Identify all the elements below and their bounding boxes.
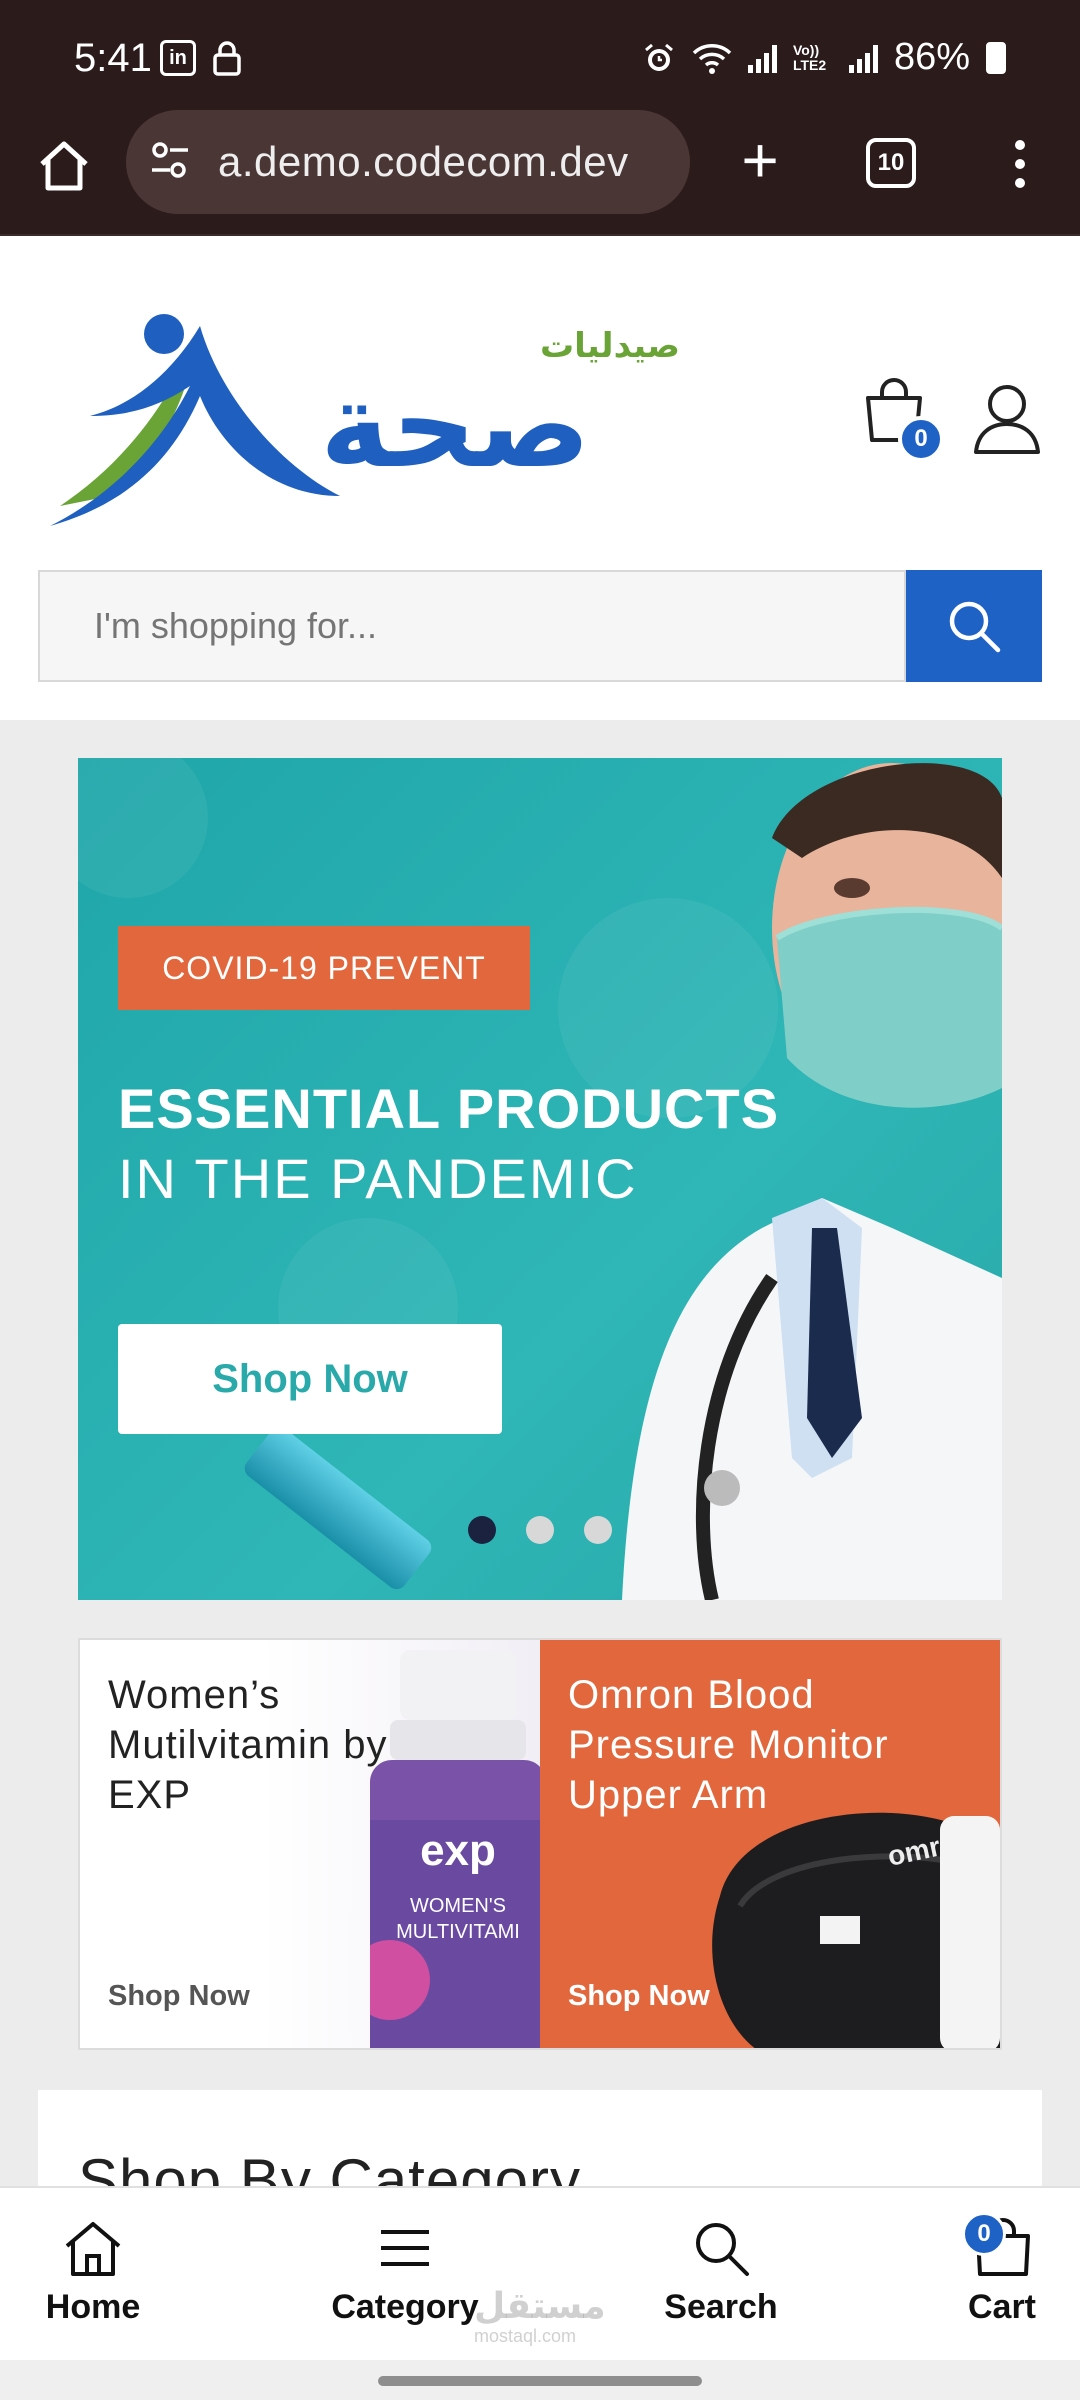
- wifi-icon: [692, 43, 732, 74]
- vitamin-bottle-image: exp WOMEN'S MULTIVITAMI: [370, 1650, 540, 2048]
- url-text[interactable]: a.demo.codecom.dev: [218, 138, 629, 186]
- hero-subtitle: IN THE PANDEMIC: [118, 1147, 638, 1210]
- bottle-brand: exp: [420, 1826, 496, 1875]
- home-icon[interactable]: [36, 138, 92, 194]
- gesture-handle[interactable]: [378, 2376, 702, 2386]
- promo-cards: Women’s Mutilvitamin by EXP exp WOMEN'S …: [78, 1638, 1002, 2050]
- user-account-icon[interactable]: [972, 382, 1042, 456]
- site-logo[interactable]: صيدليات صحة: [50, 296, 700, 526]
- lock-icon: [213, 41, 241, 76]
- battery-percent: 86%: [893, 36, 970, 78]
- watermark-arabic: مستقل: [474, 2286, 606, 2327]
- nav-category-label: Category: [331, 2288, 479, 2326]
- nav-cart[interactable]: 0 Cart: [954, 2212, 1050, 2348]
- promo-shop-now-link[interactable]: Shop Now: [108, 1980, 250, 2013]
- status-time: 5:41: [74, 36, 152, 80]
- tube-decoration: [240, 1422, 436, 1594]
- alarm-icon: [644, 43, 673, 71]
- watermark-latin: mostaql.com: [474, 2326, 577, 2346]
- promo-shop-now-link[interactable]: Shop Now: [568, 1980, 710, 2013]
- site-settings-icon[interactable]: [148, 138, 192, 182]
- tab-switcher-button[interactable]: 10: [866, 138, 916, 188]
- carousel-indicators: [468, 1516, 612, 1544]
- signal-icon-2: [848, 43, 878, 73]
- promo-card-omron[interactable]: Omron Blood Pressure Monitor Upper Arm o…: [540, 1640, 1000, 2048]
- nav-home[interactable]: Home: [38, 2218, 148, 2348]
- promo-title: Women’s Mutilvitamin by EXP: [108, 1673, 388, 1817]
- battery-icon: [986, 41, 1006, 74]
- browser-toolbar: a.demo.codecom.dev + 10: [0, 110, 1080, 236]
- search-icon: [949, 601, 1001, 653]
- menu-icon: [381, 2230, 429, 2266]
- hero-shop-now-button[interactable]: Shop Now: [118, 1324, 502, 1434]
- logo-title: صحة: [320, 356, 591, 494]
- nav-cart-icon-wrap: 0: [962, 2212, 1034, 2278]
- nav-home-label: Home: [45, 2288, 141, 2326]
- search-button[interactable]: [906, 570, 1042, 682]
- blood-pressure-monitor-image: omron: [712, 1812, 1000, 2048]
- network-label: Vo)) LTE2: [792, 41, 827, 73]
- promo-card-multivitamin[interactable]: Women’s Mutilvitamin by EXP exp WOMEN'S …: [80, 1640, 540, 2048]
- virus-decoration: [78, 758, 208, 898]
- carousel-dot[interactable]: [526, 1516, 554, 1544]
- logo-figure-icon: [50, 314, 340, 526]
- hero-title: ESSENTIAL PRODUCTS: [118, 1077, 780, 1140]
- new-tab-button[interactable]: +: [730, 128, 790, 192]
- nav-cart-badge: 0: [962, 2212, 1006, 2256]
- search-input[interactable]: [38, 570, 906, 682]
- header-cart-badge: 0: [898, 416, 944, 462]
- hero-tag: COVID-19 PREVENT: [118, 926, 530, 1010]
- bottle-line2: MULTIVITAMI: [396, 1921, 520, 1943]
- browser-menu-button[interactable]: [1000, 134, 1040, 194]
- linkedin-icon: in: [160, 40, 196, 76]
- site-header: صيدليات صحة 0: [0, 236, 1080, 720]
- carousel-dot[interactable]: [468, 1516, 496, 1544]
- address-bar[interactable]: a.demo.codecom.dev: [126, 110, 690, 214]
- header-cart-button[interactable]: 0: [862, 376, 944, 462]
- signal-icon: [747, 43, 777, 73]
- home-icon: [65, 2222, 121, 2276]
- search-bar: [38, 570, 1042, 682]
- nav-search[interactable]: Search: [656, 2218, 786, 2348]
- search-icon: [696, 2223, 749, 2276]
- status-left-icons: in: [160, 40, 242, 76]
- carousel-dot[interactable]: [584, 1516, 612, 1544]
- status-right-icons: Vo)) LTE2 86%: [642, 36, 1006, 79]
- status-bar: 5:41 in Vo)) LTE2 86%: [0, 0, 1080, 110]
- bottle-line1: WOMEN'S: [410, 1895, 506, 1917]
- nav-category[interactable]: Category: [320, 2218, 490, 2348]
- hero-banner[interactable]: COVID-19 PREVENT ESSENTIAL PRODUCTS IN T…: [78, 758, 1002, 1600]
- nav-search-label: Search: [664, 2288, 778, 2326]
- nav-cart-label: Cart: [967, 2288, 1037, 2326]
